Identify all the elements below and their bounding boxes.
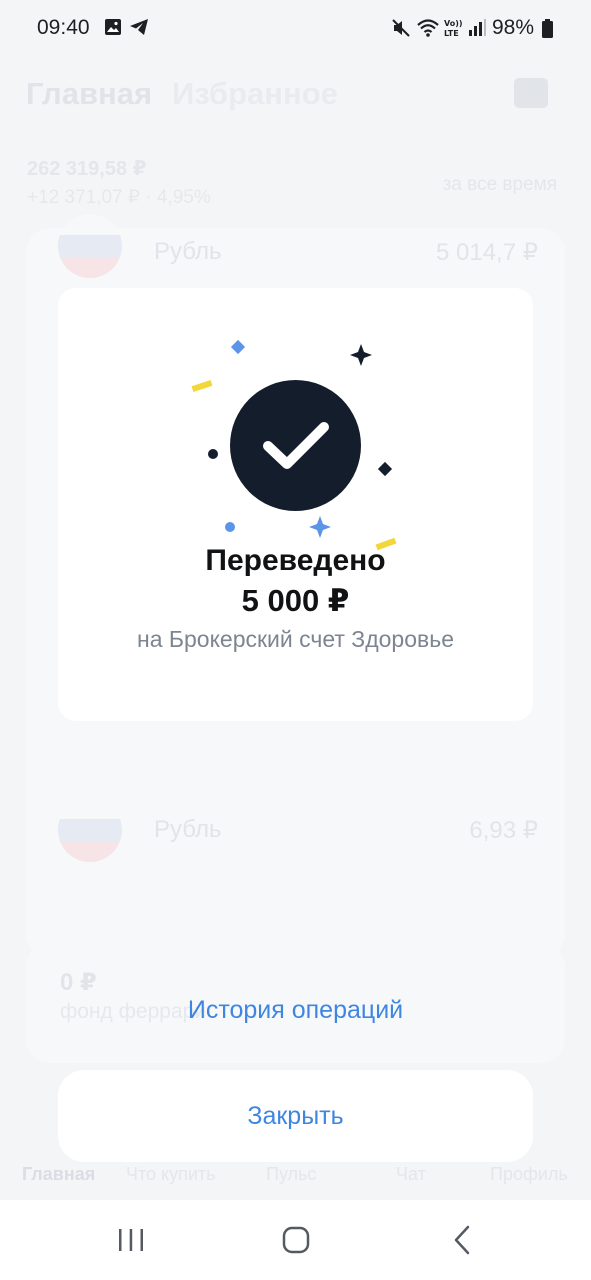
bg-row: Рубль 6,93 ₽	[26, 798, 565, 862]
bg-portfolio-change: +12 371,07 ₽ · 4,95%	[27, 187, 211, 208]
signal-icon	[467, 18, 487, 43]
bg-row-label: Рубль	[154, 238, 222, 265]
bg-row: Рубль 5 014,7 ₽	[26, 214, 565, 288]
svg-text:Vo)): Vo))	[444, 19, 463, 28]
confetti-dot	[208, 449, 218, 459]
status-time: 09:40	[37, 16, 90, 39]
back-button[interactable]	[402, 1200, 522, 1280]
close-button[interactable]: Закрыть	[58, 1070, 533, 1162]
bg-bottom-tab: Пульс	[266, 1164, 317, 1184]
battery-percent: 98%	[492, 16, 535, 39]
confetti-dot	[225, 522, 235, 532]
bg-period-label: за все время	[442, 174, 557, 195]
confetti-diamond	[230, 339, 246, 355]
russia-flag-icon	[58, 798, 122, 862]
volte-icon: Vo)) LTE	[443, 17, 465, 44]
confetti-stripe	[191, 380, 213, 392]
system-navigation-bar	[0, 1200, 591, 1280]
mute-icon	[391, 18, 411, 43]
bg-tab-favorites: Избранное	[172, 76, 338, 111]
russia-flag-icon	[58, 214, 122, 278]
back-icon	[454, 1225, 470, 1255]
bg-bottom-tab: Главная	[22, 1164, 96, 1184]
home-icon	[282, 1226, 310, 1254]
svg-text:LTE: LTE	[444, 29, 459, 38]
bg-row-label: Рубль	[154, 816, 222, 843]
bg-fund-value: 0 ₽	[60, 969, 97, 996]
recent-apps-icon	[119, 1229, 143, 1251]
confetti-star	[309, 516, 331, 538]
bg-bottom-tab: Что купить	[126, 1164, 216, 1184]
operations-history-link[interactable]: История операций	[0, 996, 591, 1025]
home-button[interactable]	[236, 1200, 356, 1280]
bg-bottom-tab: Чат	[396, 1164, 426, 1184]
status-bar: 09:40 Vo)) LTE 98%	[0, 0, 591, 58]
success-dialog: Переведено 5 000 ₽ на Брокерский счет Зд…	[58, 288, 533, 721]
bg-row-value: 5 014,7 ₽	[435, 239, 538, 266]
gift-icon	[514, 78, 548, 108]
gallery-icon	[104, 18, 122, 41]
bg-bottom-tab: Профиль	[490, 1164, 568, 1184]
bg-portfolio-total: 262 319,58 ₽	[27, 158, 147, 180]
transfer-destination: на Брокерский счет Здоровье	[137, 626, 454, 652]
confetti-diamond	[377, 461, 393, 477]
telegram-icon	[129, 18, 149, 41]
bg-tab-main: Главная	[26, 76, 153, 111]
transfer-amount: 5 000 ₽	[241, 583, 350, 618]
wifi-call-icon	[416, 18, 440, 43]
success-check-icon	[230, 380, 361, 511]
bg-row-value: 6,93 ₽	[469, 817, 538, 844]
dialog-title: Переведено	[205, 544, 386, 577]
battery-icon	[542, 19, 553, 43]
confetti-star	[350, 344, 372, 366]
recent-apps-button[interactable]	[71, 1200, 191, 1280]
